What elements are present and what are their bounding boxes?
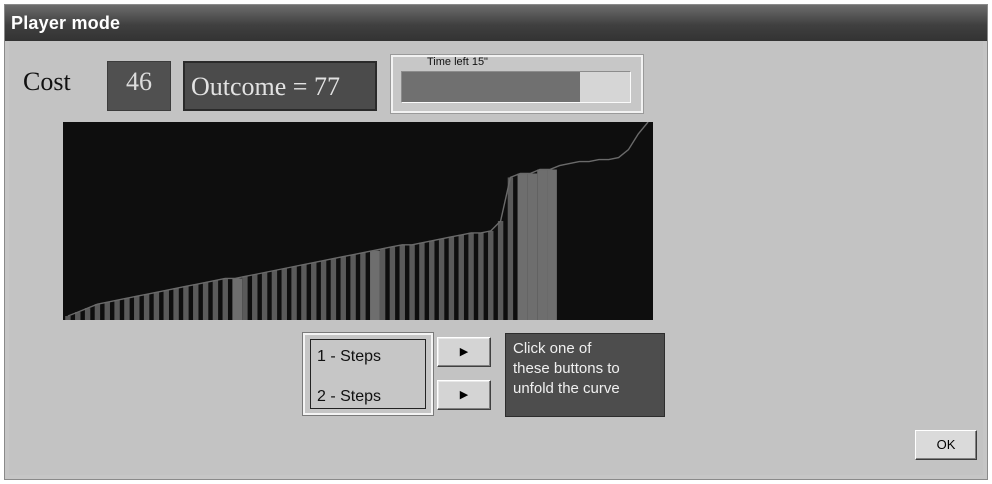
chart-bar (497, 221, 504, 320)
player-mode-window: Player mode Cost 46 Outcome = 77 Time le… (4, 4, 988, 480)
hint-line: Click one of (513, 340, 592, 357)
steps-panel: 1 - Steps 2 - Steps (302, 332, 434, 416)
hint-box: Click one of these buttons to unfold the… (505, 333, 665, 417)
chart-bar (340, 256, 346, 320)
chart-bar (379, 248, 386, 320)
chart-bar (232, 278, 243, 320)
chart-bar (389, 246, 396, 320)
step2-label: 2 - Steps (317, 388, 382, 405)
step1-play-button[interactable]: ▶ (437, 337, 491, 367)
chart-bar (399, 244, 405, 320)
chart-bar (360, 252, 366, 320)
chart-bar (547, 169, 557, 320)
chart-bar (212, 280, 219, 320)
title-bar[interactable]: Player mode (5, 5, 987, 41)
chart-bar (350, 254, 356, 320)
hint-line: unfold the curve (513, 380, 620, 397)
time-left-progress-bar (401, 71, 631, 103)
chart-bar (458, 234, 464, 320)
chart-bar (65, 316, 71, 320)
chart-bar (409, 244, 415, 320)
window-client-area: Cost 46 Outcome = 77 Time left 15" 1 - S… (9, 41, 983, 475)
play-arrow-icon: ▶ (459, 389, 469, 401)
timer-panel: Time left 15" (390, 54, 644, 114)
chart-bar (507, 177, 514, 320)
curve-chart (63, 122, 653, 320)
chart-bar (311, 262, 317, 320)
chart-bar (271, 270, 278, 320)
chart-bar (517, 173, 528, 320)
chart-bar (301, 264, 307, 320)
chart-bar (261, 272, 268, 320)
chart-bar (124, 298, 130, 320)
steps-list: 1 - Steps 2 - Steps (310, 339, 426, 409)
timer-label: Time left 15" (427, 56, 488, 68)
step1-label: 1 - Steps (317, 348, 382, 365)
chart-bar (448, 236, 455, 320)
window-title: Player mode (11, 13, 121, 33)
chart-bar (94, 304, 101, 320)
chart-bar (527, 173, 538, 320)
chart-bar (153, 292, 160, 320)
chart-bar (84, 308, 91, 320)
chart-bar (438, 238, 445, 320)
outcome-display: Outcome = 77 (183, 61, 377, 111)
chart-bar (468, 232, 474, 320)
chart-bar (488, 230, 494, 320)
time-left-progress-fill (402, 72, 580, 102)
cost-label: Cost (23, 67, 71, 96)
chart-bar (330, 258, 337, 320)
cost-value-display: 46 (107, 61, 171, 111)
chart-bar (104, 302, 110, 320)
chart-background (63, 122, 653, 320)
chart-bar (242, 276, 248, 320)
chart-bar (114, 300, 120, 320)
chart-bar (537, 169, 548, 320)
chart-bar (183, 286, 189, 320)
chart-bar (143, 294, 150, 320)
chart-bar (320, 260, 327, 320)
chart-bar (281, 268, 287, 320)
chart-bar (291, 266, 297, 320)
step2-play-button[interactable]: ▶ (437, 380, 491, 410)
chart-bar (429, 240, 435, 320)
chart-bar (222, 278, 228, 320)
hint-line: these buttons to (513, 360, 620, 377)
chart-bar (252, 274, 258, 320)
chart-bar (419, 242, 425, 320)
chart-bar (134, 296, 140, 320)
chart-bar (370, 250, 380, 320)
chart-bar (193, 284, 199, 320)
chart-bar (163, 290, 169, 320)
chart-bar (202, 282, 209, 320)
chart-bar (173, 288, 179, 320)
play-arrow-icon: ▶ (459, 346, 469, 358)
ok-button[interactable]: OK (915, 430, 977, 460)
chart-bar (478, 232, 484, 320)
